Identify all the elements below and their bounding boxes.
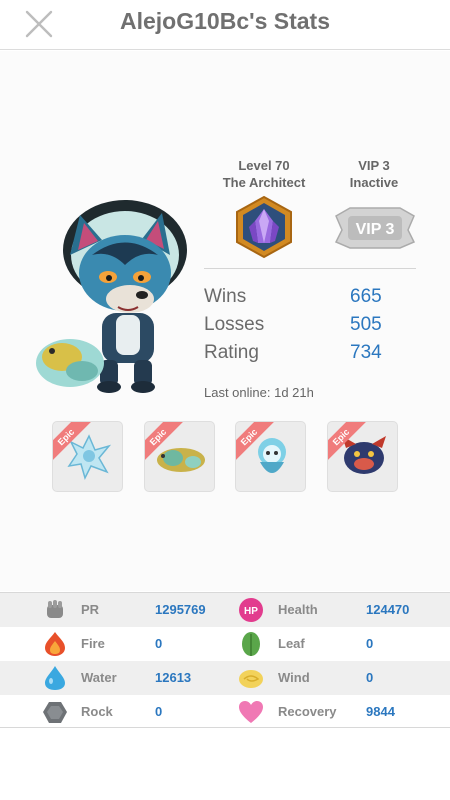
- wins-label: Wins: [204, 286, 247, 307]
- team-card-1[interactable]: Epic: [52, 421, 123, 492]
- fire-label: Fire: [81, 636, 105, 651]
- team-card-4[interactable]: Epic: [327, 421, 398, 492]
- leaf-icon: [242, 632, 260, 656]
- last-online: Last online: 1d 21h: [204, 385, 314, 400]
- vip-block: VIP 3 Inactive: [332, 157, 416, 191]
- leaf-label: Leaf: [278, 636, 305, 651]
- leaf-value: 0: [366, 636, 374, 651]
- losses-row: Losses 505: [204, 314, 416, 342]
- wins-value: 665: [350, 286, 382, 307]
- team-cards: Epic Epic Epic Epic: [52, 421, 402, 493]
- level-text: Level 70: [238, 158, 290, 173]
- level-badge-icon: [236, 195, 292, 259]
- rating-label: Rating: [204, 342, 259, 363]
- rock-value: 0: [155, 704, 163, 719]
- vip-badge-text: VIP 3: [356, 221, 395, 238]
- divider: [204, 268, 416, 269]
- vip-badge-icon: VIP 3: [334, 207, 416, 249]
- health-label: Health: [278, 602, 318, 617]
- wind-value: 0: [366, 670, 374, 685]
- losses-label: Losses: [204, 314, 265, 335]
- team-card-2[interactable]: Epic: [144, 421, 215, 492]
- player-avatar: [36, 200, 187, 393]
- pr-value: 1295769: [155, 602, 206, 617]
- fire-value: 0: [155, 636, 163, 651]
- wind-icon: [239, 670, 263, 688]
- header: AlejoG10Bc's Stats: [0, 0, 450, 50]
- stats-row-1: PR 1295769 HP Health 124470: [0, 593, 450, 627]
- heart-icon: [239, 701, 263, 723]
- rating-value: 734: [350, 342, 382, 363]
- team-card-3[interactable]: Epic: [235, 421, 306, 492]
- svg-text:HP: HP: [244, 606, 258, 617]
- vip-status: Inactive: [349, 175, 399, 190]
- health-value: 124470: [366, 602, 410, 617]
- wind-label: Wind: [278, 670, 310, 685]
- losses-value: 505: [350, 314, 382, 335]
- rating-row: Rating 734: [204, 342, 416, 370]
- stats-row-4: Rock 0 Recovery 9844: [0, 695, 450, 729]
- water-spirit-monster-icon: [258, 438, 286, 473]
- recovery-label: Recovery: [278, 704, 337, 719]
- stats-table: PR 1295769 HP Health 124470 Fire 0 Leaf …: [0, 592, 450, 728]
- fire-icon: [45, 632, 65, 656]
- stats-row-3: Water 12613 Wind 0: [0, 661, 450, 695]
- hp-icon: HP: [239, 598, 263, 622]
- power-fist-icon: [47, 600, 63, 618]
- stats-row-2: Fire 0 Leaf 0: [0, 627, 450, 661]
- water-drop-icon: [45, 666, 65, 690]
- wins-row: Wins 665: [204, 286, 416, 314]
- vip-text: VIP 3: [358, 158, 390, 173]
- page-title: AlejoG10Bc's Stats: [120, 8, 330, 34]
- pr-label: PR: [81, 602, 100, 617]
- water-label: Water: [81, 670, 117, 685]
- level-title: The Architect: [222, 175, 306, 190]
- water-value: 12613: [155, 670, 192, 685]
- rock-label: Rock: [81, 704, 113, 719]
- rock-icon: [43, 702, 67, 723]
- level-block: Level 70 The Architect: [204, 157, 324, 191]
- recovery-value: 9844: [366, 704, 395, 719]
